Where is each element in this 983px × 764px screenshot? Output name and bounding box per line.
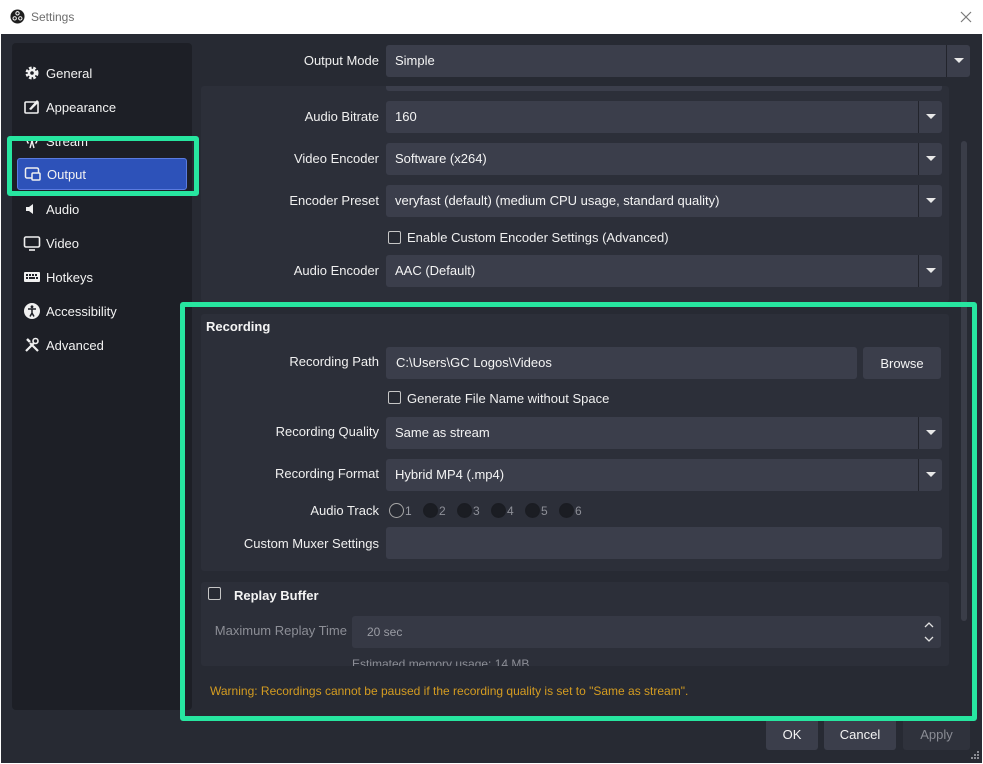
audio-track-radio[interactable]: 4 <box>491 502 525 520</box>
max-replay-time-value: 20 sec <box>367 625 403 639</box>
monitor-icon <box>23 236 41 251</box>
sidebar-item-label: Audio <box>46 201 80 217</box>
recording-format-select[interactable]: Hybrid MP4 (.mp4) <box>386 459 942 491</box>
title-bar: Settings <box>0 0 983 34</box>
recording-path-label: Recording Path <box>289 354 379 369</box>
chevron-down-icon <box>946 45 970 77</box>
sidebar: General Appearance Stream Output Audio V… <box>12 43 192 710</box>
accessibility-icon <box>24 303 40 319</box>
scrollbar-thumb[interactable] <box>961 141 967 621</box>
sidebar-item-label: Appearance <box>46 99 117 115</box>
audio-track-radio-group: 1 2 3 4 5 6 <box>389 502 593 520</box>
audio-track-radio[interactable]: 5 <box>525 502 559 520</box>
recording-format-value: Hybrid MP4 (.mp4) <box>395 467 505 482</box>
max-replay-time-spinbox[interactable]: 20 sec <box>352 616 941 648</box>
audio-encoder-select[interactable]: AAC (Default) <box>386 255 942 287</box>
no-space-checkbox[interactable] <box>388 391 401 404</box>
sidebar-item-accessibility[interactable]: Accessibility <box>12 296 192 326</box>
recording-path-input[interactable]: C:\Users\GC Logos\Videos <box>386 347 857 379</box>
audio-bitrate-label: Audio Bitrate <box>304 109 379 124</box>
memory-usage-note: Estimated memory usage: 14 MB <box>352 657 530 666</box>
chevron-down-icon <box>918 459 942 491</box>
audio-encoder-value: AAC (Default) <box>395 263 476 278</box>
audio-bitrate-select[interactable]: 160 <box>386 101 942 133</box>
speaker-icon <box>26 204 33 214</box>
custom-encoder-checkbox[interactable] <box>388 231 401 244</box>
custom-encoder-label: Enable Custom Encoder Settings (Advanced… <box>407 230 669 245</box>
sidebar-item-video[interactable]: Video <box>12 228 192 258</box>
audio-encoder-label: Audio Encoder <box>293 263 379 278</box>
obs-logo-icon <box>10 9 25 24</box>
recording-quality-label: Recording Quality <box>275 424 379 439</box>
custom-muxer-input[interactable] <box>386 527 942 559</box>
memory-note-clip: Estimated memory usage: 14 MB <box>201 654 949 666</box>
sidebar-item-advanced[interactable]: Advanced <box>12 330 192 360</box>
sidebar-item-label: Stream <box>46 133 88 149</box>
gear-icon <box>25 66 39 80</box>
sidebar-item-label: Hotkeys <box>46 269 93 285</box>
sidebar-item-output[interactable]: Output <box>17 158 187 190</box>
audio-track-radio[interactable]: 3 <box>457 502 491 520</box>
cancel-button[interactable]: Cancel <box>824 718 896 750</box>
sidebar-item-audio[interactable]: Audio <box>12 194 192 224</box>
chevron-down-icon <box>918 143 942 175</box>
chevron-down-icon <box>918 255 942 287</box>
sidebar-item-hotkeys[interactable]: Hotkeys <box>12 262 192 292</box>
settings-window: General Appearance Stream Output Audio V… <box>1 34 982 763</box>
sidebar-item-appearance[interactable]: Appearance <box>12 92 192 122</box>
encoder-preset-label: Encoder Preset <box>289 193 379 208</box>
audio-track-radio[interactable]: 2 <box>423 502 457 520</box>
encoder-preset-value: veryfast (default) (medium CPU usage, st… <box>395 193 720 208</box>
resize-grip-icon[interactable] <box>970 750 980 760</box>
ok-button[interactable]: OK <box>766 718 818 750</box>
browse-button[interactable]: Browse <box>863 347 941 379</box>
recording-format-label: Recording Format <box>274 466 379 481</box>
keyboard-icon <box>24 272 40 282</box>
apply-button[interactable]: Apply <box>903 718 970 750</box>
spinbox-buttons <box>917 616 941 648</box>
sidebar-item-label: Video <box>46 235 80 251</box>
audio-track-radio[interactable]: 1 <box>389 502 423 520</box>
broadcast-icon <box>26 136 38 149</box>
max-replay-time-label: Maximum Replay Time <box>214 623 347 638</box>
audio-bitrate-value: 160 <box>395 109 417 124</box>
close-icon[interactable] <box>956 7 976 27</box>
output-icon <box>24 167 41 181</box>
chevron-down-icon <box>918 185 942 217</box>
custom-muxer-label: Custom Muxer Settings <box>243 536 379 551</box>
chevron-down-icon[interactable] <box>924 634 934 644</box>
audio-track-radio[interactable]: 6 <box>559 502 593 520</box>
replay-buffer-title: Replay Buffer <box>234 588 319 603</box>
output-mode-select[interactable]: Simple <box>386 45 970 77</box>
encoder-preset-select[interactable]: veryfast (default) (medium CPU usage, st… <box>386 185 942 217</box>
sidebar-item-label: Output <box>47 166 87 182</box>
clipped-combo <box>386 86 942 91</box>
audio-track-label: Audio Track <box>310 503 379 518</box>
recording-path-value: C:\Users\GC Logos\Videos <box>396 355 552 370</box>
sidebar-item-label: Accessibility <box>46 303 117 319</box>
chevron-up-icon[interactable] <box>924 620 934 630</box>
replay-buffer-checkbox[interactable] <box>208 587 221 600</box>
recording-title: Recording <box>206 319 271 334</box>
chevron-down-icon <box>918 417 942 449</box>
sidebar-item-label: Advanced <box>46 337 104 353</box>
sidebar-item-stream[interactable]: Stream <box>12 126 192 156</box>
window-title: Settings <box>31 10 75 24</box>
video-encoder-value: Software (x264) <box>395 151 487 166</box>
output-mode-value: Simple <box>395 53 435 68</box>
scrollbar[interactable] <box>958 86 970 666</box>
recording-quality-value: Same as stream <box>395 425 490 440</box>
appearance-icon <box>24 100 39 114</box>
no-space-label: Generate File Name without Space <box>407 391 610 406</box>
tools-icon <box>25 337 39 352</box>
video-encoder-label: Video Encoder <box>293 151 379 166</box>
sidebar-item-label: General <box>46 65 93 81</box>
chevron-down-icon <box>918 101 942 133</box>
warning-message: Warning: Recordings cannot be paused if … <box>210 684 689 698</box>
recording-quality-select[interactable]: Same as stream <box>386 417 942 449</box>
sidebar-item-general[interactable]: General <box>12 58 192 88</box>
video-encoder-select[interactable]: Software (x264) <box>386 143 942 175</box>
output-mode-label: Output Mode <box>303 53 379 68</box>
